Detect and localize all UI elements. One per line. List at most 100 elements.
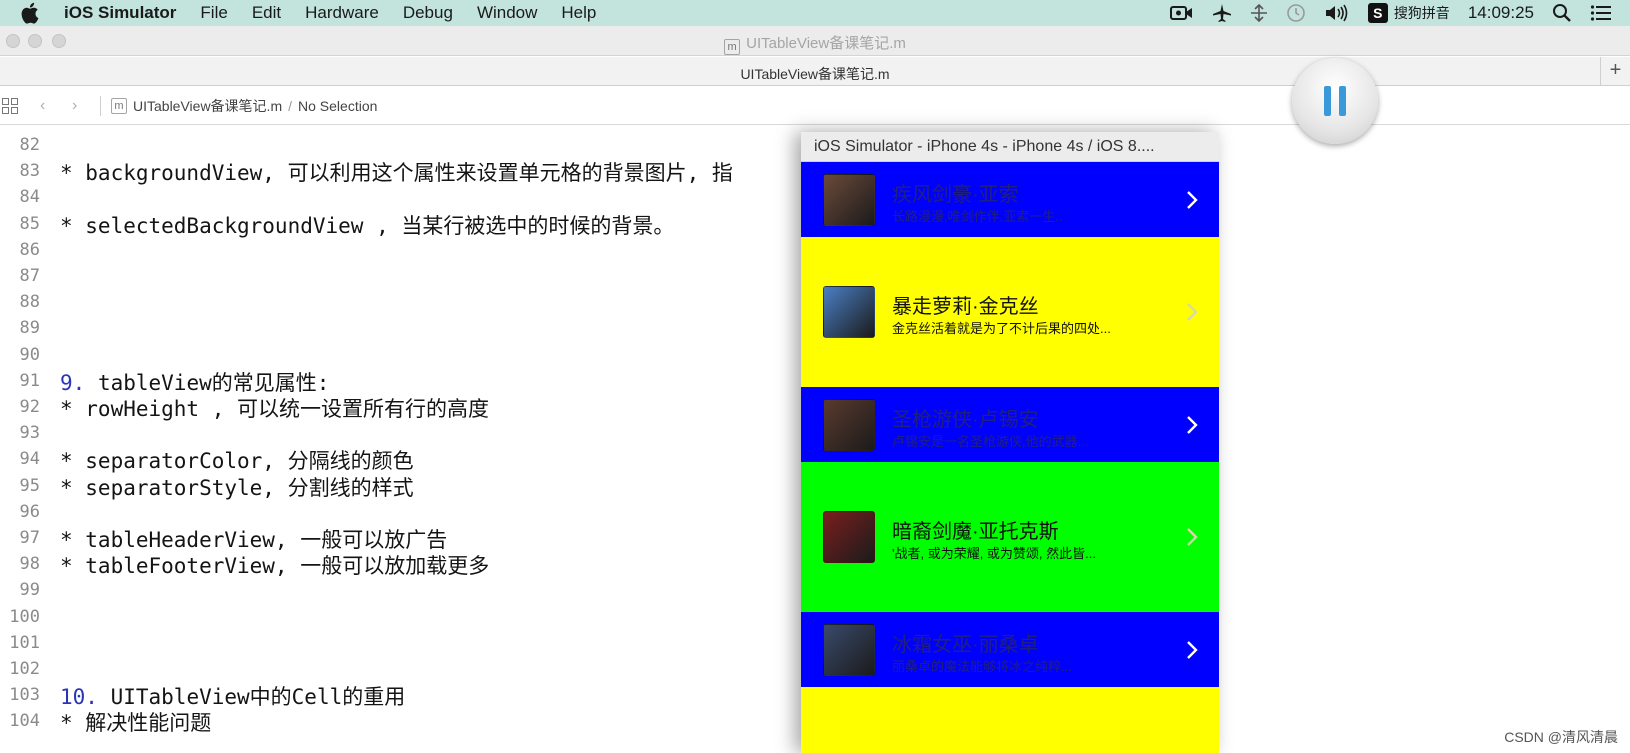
hero-avatar bbox=[823, 623, 875, 676]
hero-intro: 金克丝活着就是为了不计后果的四处... bbox=[892, 321, 1111, 336]
tab-editor-file[interactable]: UITableView备课笔记.m bbox=[0, 64, 1630, 84]
hero-table-cell[interactable]: 暴走萝莉·金克丝金克丝活着就是为了不计后果的四处... bbox=[801, 237, 1219, 387]
time-machine-icon[interactable] bbox=[1286, 3, 1306, 23]
code-text-body: * rowHeight , 可以统一设置所有行的高度 bbox=[60, 397, 490, 421]
line-number: 89 bbox=[19, 318, 40, 339]
volume-icon[interactable] bbox=[1324, 3, 1350, 23]
code-text-body: * backgroundView, 可以利用这个属性来设置单元格的背景图片, 指 bbox=[60, 161, 733, 186]
hero-table-cell[interactable]: 圣枪游侠·卢锡安卢锡安是一名圣枪游侠,他的武器... bbox=[801, 387, 1219, 462]
line-number: 102 bbox=[9, 659, 40, 679]
forward-arrow-icon[interactable]: › bbox=[72, 97, 84, 115]
line-number: 99 bbox=[19, 580, 40, 601]
status-area: S 搜狗拼音 14:09:25 bbox=[1169, 0, 1630, 26]
menu-clock[interactable]: 14:09:25 bbox=[1468, 3, 1534, 23]
chevron-right-icon bbox=[1187, 528, 1198, 546]
sogou-ime-icon[interactable]: S bbox=[1367, 3, 1388, 23]
objc-file-icon: m bbox=[111, 97, 127, 114]
hero-intro: 卢锡安是一名圣枪游侠,他的武器... bbox=[892, 433, 1089, 449]
video-camera-icon[interactable] bbox=[1169, 4, 1194, 22]
code-text-body: * tableHeaderView, 一般可以放广告 bbox=[60, 528, 448, 552]
line-number: 100 bbox=[9, 606, 40, 627]
ios-simulator-window: iOS Simulator - iPhone 4s - iPhone 4s / … bbox=[801, 132, 1219, 753]
chevron-right-icon bbox=[1187, 190, 1198, 209]
menu-hardware[interactable]: Hardware bbox=[305, 3, 379, 23]
menu-debug[interactable]: Debug bbox=[403, 3, 453, 23]
apple-logo-icon[interactable] bbox=[16, 0, 46, 26]
hero-name: 疾风剑豪·亚索 bbox=[892, 183, 1019, 206]
line-number: 91 bbox=[19, 370, 40, 391]
jumpbar-divider bbox=[100, 95, 101, 116]
line-number: 103 bbox=[9, 685, 40, 706]
spotlight-search-icon[interactable] bbox=[1552, 3, 1572, 23]
menu-app-name[interactable]: iOS Simulator bbox=[64, 3, 176, 23]
chevron-right-icon bbox=[1187, 640, 1198, 659]
line-number: 97 bbox=[19, 528, 40, 548]
code-text-body: * separatorStyle, 分割线的样式 bbox=[60, 475, 414, 500]
line-number: 96 bbox=[19, 501, 40, 522]
section-number: 9. bbox=[60, 370, 86, 395]
hero-table-cell[interactable]: 冰霜女巫·丽桑卓丽桑卓的魔法能够将冰之纯粹... bbox=[801, 612, 1219, 687]
code-text: * 解决性能问题 bbox=[60, 707, 211, 737]
notification-center-icon[interactable] bbox=[1590, 4, 1612, 22]
code-text-body: tableView的常见属性: bbox=[85, 370, 330, 395]
menu-file[interactable]: File bbox=[200, 3, 227, 23]
menu-window[interactable]: Window bbox=[477, 3, 537, 23]
hero-avatar bbox=[823, 511, 875, 563]
hero-table-cell[interactable] bbox=[801, 687, 1219, 753]
network-icon[interactable] bbox=[1250, 4, 1268, 22]
related-items-grid-icon[interactable] bbox=[2, 97, 18, 114]
hero-table-cell[interactable]: 暗裔剑魔·亚托克斯 '战者, 或为荣耀, 或为赞颂, 然此皆... bbox=[801, 462, 1219, 612]
hero-avatar bbox=[823, 286, 875, 338]
code-text-body: * 解决性能问题 bbox=[60, 711, 212, 736]
line-number: 84 bbox=[19, 187, 40, 208]
line-number: 93 bbox=[19, 423, 40, 444]
hero-name: 暴走萝莉·金克丝 bbox=[892, 296, 1039, 318]
recording-pause-button[interactable] bbox=[1292, 58, 1378, 144]
back-arrow-icon[interactable]: ‹ bbox=[40, 97, 52, 115]
hero-intro: 长路漫漫,唯剑作伴,亚索一生.. bbox=[892, 208, 1063, 224]
code-text-body: * separatorColor, 分隔线的颜色 bbox=[60, 449, 414, 474]
tab-bar: UITableView备课笔记.m + bbox=[0, 57, 1630, 86]
menu-edit[interactable]: Edit bbox=[252, 3, 281, 23]
objc-file-icon: m bbox=[724, 39, 741, 55]
section-number: 10. bbox=[60, 685, 98, 710]
code-text-body: * tableFooterView, 一般可以放加载更多 bbox=[60, 554, 490, 579]
line-number: 85 bbox=[19, 213, 40, 234]
window-titlebar: m UITableView备课笔记.m bbox=[0, 26, 1630, 56]
line-number: 98 bbox=[19, 554, 40, 575]
add-tab-button[interactable]: + bbox=[1600, 57, 1630, 85]
hero-name: 冰霜女巫·丽桑卓 bbox=[892, 633, 1039, 656]
hero-intro: 丽桑卓的魔法能够将冰之纯粹... bbox=[892, 658, 1072, 674]
hero-avatar bbox=[823, 173, 875, 226]
window-title: m UITableView备课笔记.m bbox=[0, 32, 1630, 55]
jump-bar: ‹ › m UITableView备课笔记.m / No Selection bbox=[0, 87, 1630, 125]
pause-icon bbox=[1339, 86, 1346, 116]
line-number: 86 bbox=[19, 239, 40, 260]
hero-table-cell[interactable]: 疾风剑豪·亚索长路漫漫,唯剑作伴,亚索一生.. bbox=[801, 162, 1219, 237]
menu-help[interactable]: Help bbox=[561, 3, 596, 23]
simulator-title: iOS Simulator - iPhone 4s - iPhone 4s / … bbox=[801, 132, 1219, 162]
line-number: 87 bbox=[19, 266, 40, 286]
breadcrumb-separator: / bbox=[288, 97, 293, 114]
hero-name: 圣枪游侠·卢锡安 bbox=[892, 408, 1039, 431]
chevron-right-icon bbox=[1187, 303, 1198, 321]
hero-name: 暗裔剑魔·亚托克斯 bbox=[892, 521, 1059, 543]
line-number: 92 bbox=[19, 397, 40, 417]
code-text-body: * selectedBackgroundView , 当某行被选中的时候的背景。 bbox=[60, 213, 675, 238]
line-number: 101 bbox=[9, 632, 40, 653]
line-number: 95 bbox=[19, 475, 40, 496]
code-text-body: UITableView中的Cell的重用 bbox=[97, 685, 406, 710]
input-method-label[interactable]: 搜狗拼音 bbox=[1394, 3, 1450, 23]
hero-intro: '战者, 或为荣耀, 或为赞颂, 然此皆... bbox=[892, 546, 1096, 561]
watermark: CSDN @清风清晨 bbox=[1504, 729, 1618, 745]
line-number: 83 bbox=[19, 161, 40, 182]
airplane-icon[interactable] bbox=[1212, 3, 1232, 23]
menu-bar: iOS Simulator File Edit Hardware Debug W… bbox=[0, 0, 1630, 26]
line-number: 104 bbox=[9, 711, 40, 732]
breadcrumb-selection[interactable]: No Selection bbox=[298, 98, 377, 114]
pause-icon bbox=[1324, 86, 1331, 116]
line-number: 82 bbox=[19, 135, 40, 155]
line-number: 88 bbox=[19, 292, 40, 313]
breadcrumb-file[interactable]: UITableView备课笔记.m bbox=[133, 96, 282, 116]
chevron-right-icon bbox=[1187, 415, 1198, 434]
